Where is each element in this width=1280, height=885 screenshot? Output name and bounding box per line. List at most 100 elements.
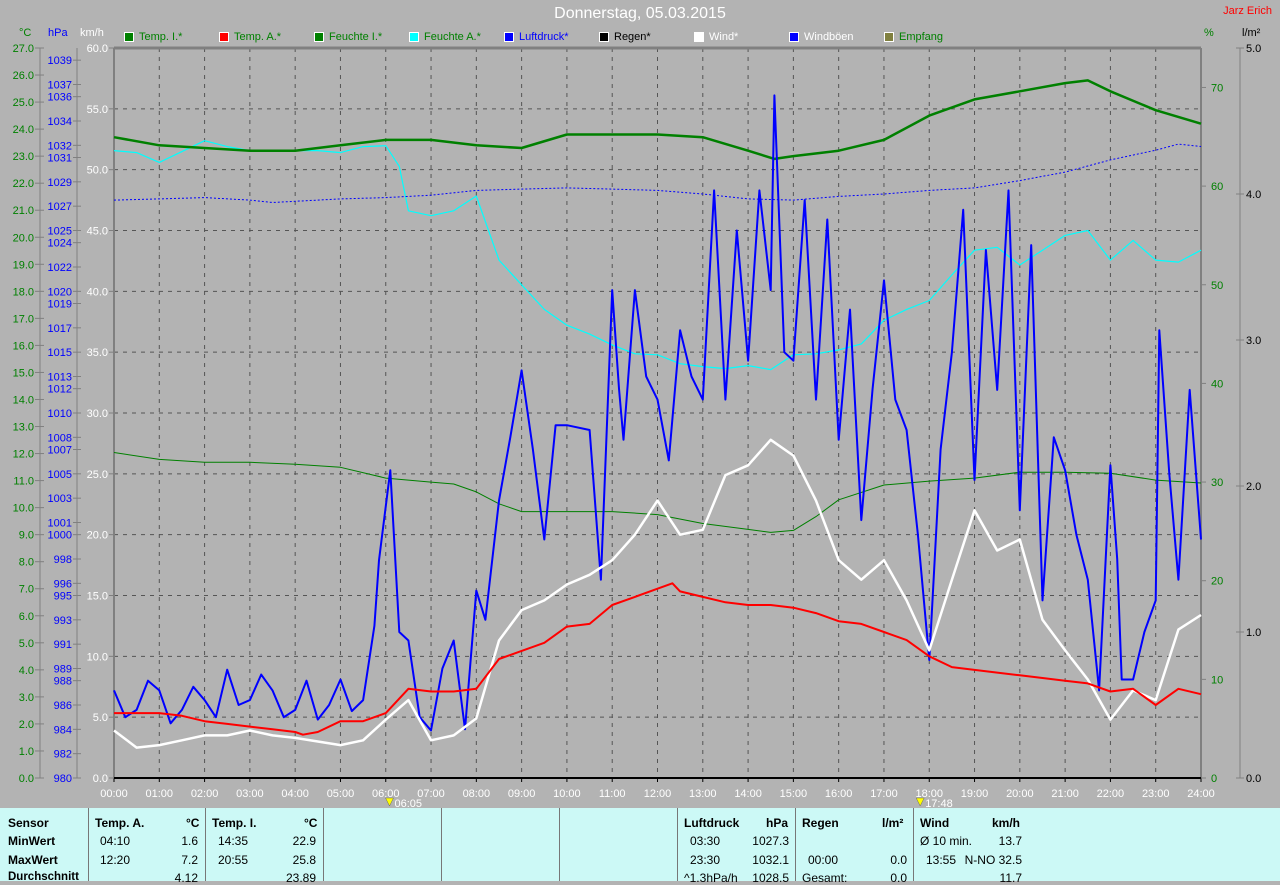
pressure-tick-label: 1027 <box>48 201 72 213</box>
legend-label: Temp. A.* <box>234 31 282 43</box>
row-label-avg: Durchschnitt <box>8 871 79 883</box>
rain-tick-label: 3.0 <box>1246 335 1261 347</box>
temp-i-header: Temp. I. <box>212 816 257 830</box>
pressure-tick-label: 1036 <box>48 92 72 104</box>
humidity-tick-label: 0 <box>1211 773 1217 785</box>
pressure-tick-label: 1000 <box>48 530 72 542</box>
temp-a-unit: °C <box>186 816 200 830</box>
rain-unit-label: l/m² <box>1242 27 1261 39</box>
pressure-tick-label: 982 <box>54 749 72 761</box>
legend-swatch-icon <box>314 32 324 42</box>
x-tick-label: 13:00 <box>689 788 717 800</box>
temp-tick-label: 1.0 <box>19 746 34 758</box>
grid <box>114 48 1201 778</box>
x-tick-label: 05:00 <box>327 788 355 800</box>
pressure-max: 1032.1 <box>752 853 789 867</box>
temp-tick-label: 6.0 <box>19 611 34 623</box>
humidity-tick-label: 10 <box>1211 674 1223 686</box>
pressure-tick-label: 984 <box>54 724 72 736</box>
pressure-tick-label: 1025 <box>48 226 72 238</box>
temp-a-max-time: 12:20 <box>100 853 131 867</box>
x-tick-label: 19:00 <box>961 788 989 800</box>
pressure-unit: hPa <box>766 816 789 830</box>
x-tick-label: 08:00 <box>463 788 491 800</box>
x-tick-label: 16:00 <box>825 788 853 800</box>
legend-item: Regen* <box>599 31 651 43</box>
pressure-tick-label: 1003 <box>48 493 72 505</box>
wind-unit-label: km/h <box>80 27 104 39</box>
temp-tick-label: 4.0 <box>19 665 34 677</box>
temp-tick-label: 25.0 <box>13 97 34 109</box>
wind-max: N-NO 32.5 <box>964 853 1022 867</box>
rain-value: 0.0 <box>890 853 907 867</box>
temp-a-min: 1.6 <box>181 834 198 848</box>
temp-tick-label: 14.0 <box>13 394 34 406</box>
legend-label: Feuchte I.* <box>329 31 383 43</box>
legend-swatch-icon <box>694 32 704 42</box>
legend-item: Empfang <box>884 31 943 43</box>
temp-a-header: Temp. A. <box>95 816 145 830</box>
temp-tick-label: 24.0 <box>13 124 34 136</box>
rain-header: Regen <box>802 816 839 830</box>
temp-tick-label: 19.0 <box>13 259 34 271</box>
stats-table: Sensor MinWert MaxWert Durchschnitt Temp… <box>0 808 1280 885</box>
x-tick-label: 09:00 <box>508 788 536 800</box>
humidity-tick-label: 40 <box>1211 378 1223 390</box>
pressure-tick-label: 1034 <box>48 116 72 128</box>
temp-i-max-time: 20:55 <box>218 853 249 867</box>
wind-max-time: 13:55 <box>926 853 957 867</box>
pressure-tick-label: 1005 <box>48 469 72 481</box>
pressure-tick-label: 989 <box>54 664 72 676</box>
pressure-tick-label: 998 <box>54 554 72 566</box>
humidity-unit-label: % <box>1204 27 1214 39</box>
pressure-tick-label: 1032 <box>48 140 72 152</box>
pressure-tick-label: 988 <box>54 676 72 688</box>
wind-tick-label: 40.0 <box>87 286 108 298</box>
legend-label: Empfang <box>899 31 944 43</box>
weather-chart: 00:00 01:00 02:00 03:00 04:00 05:00 06:00 07:00… <box>13 43 1262 808</box>
legend-swatch-icon <box>504 32 514 42</box>
legend-item: Wind* <box>694 31 738 43</box>
pressure-tick-label: 1024 <box>48 238 72 250</box>
station-owner: Jarz Erich <box>1223 5 1272 17</box>
legend-item: Temp. A.* <box>219 31 281 43</box>
wind-tick-label: 60.0 <box>87 43 108 55</box>
pressure-tick-label: 1001 <box>48 518 72 530</box>
temp-tick-label: 22.0 <box>13 178 34 190</box>
rain-time: 00:00 <box>808 853 839 867</box>
humidity-tick-label: 70 <box>1211 82 1223 94</box>
legend-item: Luftdruck* <box>504 31 569 43</box>
pressure-tick-label: 1020 <box>48 286 72 298</box>
x-tick-label: 24:00 <box>1187 788 1215 800</box>
temp-tick-label: 12.0 <box>13 449 34 461</box>
temp-tick-label: 0.0 <box>19 773 34 785</box>
temp-tick-label: 23.0 <box>13 151 34 163</box>
x-tick-label: 14:00 <box>734 788 762 800</box>
legend-label: Windböen <box>804 31 854 43</box>
pressure-tick-label: 1008 <box>48 432 72 444</box>
pressure-tick-label: 1029 <box>48 177 72 189</box>
legend-label: Luftdruck* <box>519 31 569 43</box>
pressure-unit-label: hPa <box>48 27 68 39</box>
pressure-tick-label: 1015 <box>48 347 72 359</box>
rain-unit: l/m² <box>882 816 904 830</box>
sunrise-icon <box>385 797 394 807</box>
temp-tick-label: 16.0 <box>13 340 34 352</box>
humidity-tick-label: 20 <box>1211 576 1223 588</box>
wind-tick-label: 25.0 <box>87 469 108 481</box>
pressure-avg: 1028.5 <box>752 871 789 885</box>
legend-swatch-icon <box>789 32 799 42</box>
temp-tick-label: 27.0 <box>13 43 34 55</box>
pressure-max-time: 23:30 <box>690 853 721 867</box>
x-tick-label: 00:00 <box>100 788 128 800</box>
row-label-min: MinWert <box>8 834 56 848</box>
pressure-tick-label: 1013 <box>48 372 72 384</box>
temp-i-min: 22.9 <box>292 834 316 848</box>
pressure-tick-label: 1012 <box>48 384 72 396</box>
temp-tick-label: 26.0 <box>13 70 34 82</box>
x-tick-label: 10:00 <box>553 788 581 800</box>
rain-tick-label: 0.0 <box>1246 773 1261 785</box>
x-tick-label: 23:00 <box>1142 788 1170 800</box>
legend-label: Wind* <box>709 31 739 43</box>
legend-label: Temp. I.* <box>139 31 183 43</box>
